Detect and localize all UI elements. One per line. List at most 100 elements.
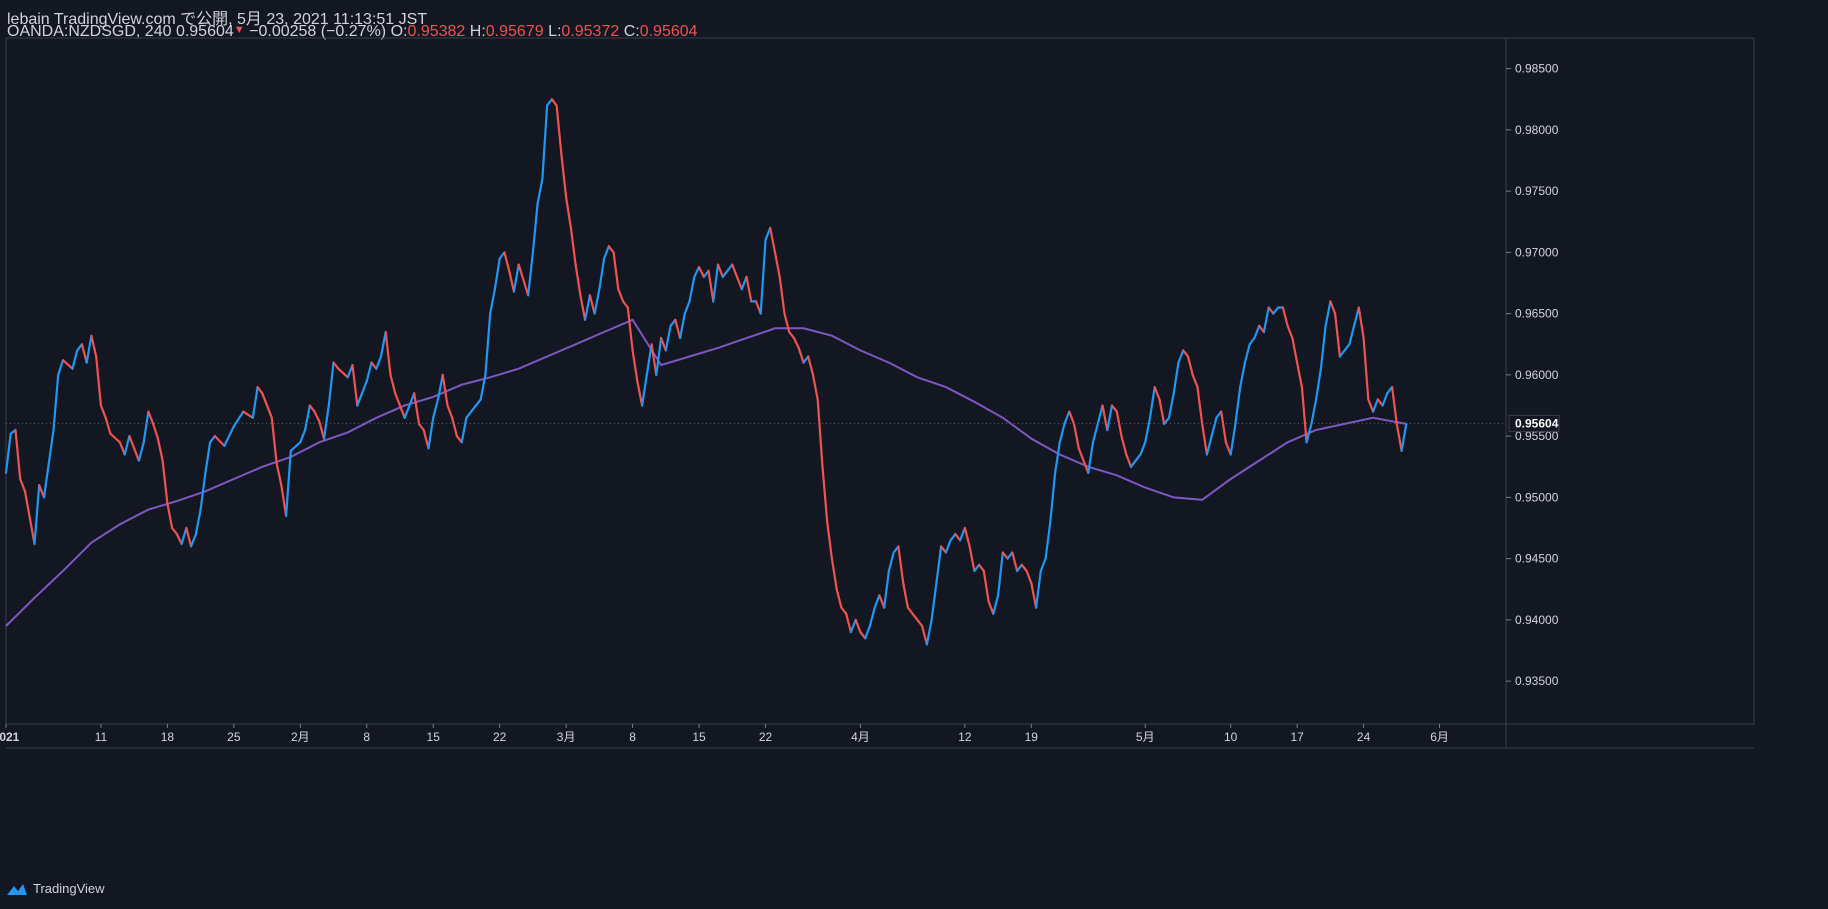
price-segment — [156, 437, 164, 462]
y-tick-label: 0.95000 — [1515, 490, 1559, 504]
price-segment — [1115, 410, 1123, 438]
price-segment — [1068, 410, 1076, 425]
tradingview-brand[interactable]: TradingView — [6, 881, 105, 896]
price-segment — [185, 526, 193, 548]
price-segment — [569, 226, 577, 266]
price-segment — [289, 441, 302, 452]
price-segment — [845, 612, 853, 634]
price-segment — [142, 410, 150, 444]
price-segment — [788, 330, 796, 340]
price-segment — [1262, 306, 1270, 334]
x-tick-label: 15 — [692, 730, 706, 744]
price-segment — [1310, 398, 1318, 425]
price-segment — [313, 410, 321, 423]
x-tick-label: 18 — [161, 730, 175, 744]
price-segment — [1063, 410, 1071, 425]
price-segment — [270, 416, 278, 465]
price-segment — [1243, 343, 1251, 364]
price-segment — [911, 612, 919, 622]
price-segment — [261, 392, 273, 419]
x-tick-label: 6月 — [1430, 730, 1449, 744]
moving-average-layer — [5, 318, 1407, 627]
price-segment — [1352, 306, 1360, 327]
price-segment — [1182, 349, 1190, 358]
price-segment — [640, 373, 648, 407]
price-segment — [816, 398, 824, 468]
time-axis[interactable]: 2021 11 18 25 2月 8 15 22 3月 8 15 22 4月 12 19 5月 10 17 24 6月 — [0, 724, 1449, 744]
price-segment — [930, 581, 938, 622]
price-segment — [944, 539, 952, 554]
price-segment — [602, 245, 610, 260]
price-segment — [1333, 312, 1342, 358]
price-segment — [180, 526, 188, 546]
price-segment — [1110, 404, 1118, 413]
x-tick-label: 5月 — [1136, 730, 1155, 744]
price-segment — [963, 526, 971, 548]
price-segment — [470, 398, 482, 413]
price-segment — [194, 508, 202, 536]
price-segment — [436, 373, 444, 401]
y-tick-label: 0.98000 — [1515, 123, 1559, 137]
price-segment — [1106, 404, 1114, 432]
x-tick-label: 15 — [427, 730, 441, 744]
price-segment — [593, 288, 601, 315]
x-tick-label: 11 — [95, 730, 108, 744]
price-segment — [451, 416, 458, 438]
price-segment — [655, 337, 663, 376]
price-segment — [887, 551, 895, 573]
price-segment — [14, 428, 22, 481]
price-segment — [304, 404, 311, 432]
price-segment — [721, 269, 729, 278]
last-price-label: 0.95604 — [1515, 416, 1559, 430]
price-segment — [1125, 453, 1133, 468]
price-segment — [232, 410, 245, 428]
price-segment — [864, 624, 872, 640]
price-segment — [275, 462, 283, 487]
price-chart[interactable]: 0.98500 0.98000 0.97500 0.97000 0.96500 0.960… — [0, 0, 1828, 909]
price-segment — [1286, 324, 1294, 340]
price-segment — [109, 432, 122, 444]
price-segment — [987, 600, 995, 615]
price-segment — [432, 398, 440, 419]
price-segment — [731, 263, 739, 278]
price-segment — [512, 263, 520, 293]
price-segment — [792, 337, 800, 349]
price-segment — [1229, 422, 1237, 456]
price-segment — [868, 606, 876, 628]
price-segment — [517, 263, 530, 297]
price-segment — [678, 312, 686, 340]
price-segment — [531, 202, 539, 254]
price-segment — [1267, 306, 1275, 315]
x-tick-label: 19 — [1025, 730, 1039, 744]
price-segment — [489, 288, 496, 315]
price-segment — [384, 330, 392, 376]
price-segment — [735, 275, 743, 291]
y-tick-label: 0.94000 — [1515, 613, 1559, 627]
price-segment — [80, 343, 88, 364]
price-series-layer — [4, 98, 1506, 646]
price-segment — [1371, 398, 1379, 413]
price-segment — [1167, 392, 1175, 419]
price-segment — [1044, 520, 1052, 560]
price-segment — [123, 435, 131, 456]
price-segment — [209, 435, 216, 444]
x-tick-label: 22 — [759, 730, 773, 744]
price-segment — [1395, 422, 1403, 452]
price-segment — [854, 618, 862, 634]
y-tick-label: 0.96000 — [1515, 368, 1559, 382]
x-tick-label: 4月 — [851, 730, 870, 744]
price-segment — [1272, 306, 1280, 315]
price-segment — [137, 441, 145, 462]
price-segment — [166, 502, 174, 530]
price-segment — [707, 269, 715, 303]
price-segment — [327, 361, 335, 407]
price-segment — [365, 361, 373, 383]
price-segment — [968, 545, 976, 573]
price-segment — [337, 367, 349, 379]
price-segment — [564, 196, 573, 229]
x-tick-label: 22 — [493, 730, 507, 744]
price-segment — [1177, 349, 1185, 364]
price-segment — [356, 379, 368, 407]
price-axis[interactable]: 0.98500 0.98000 0.97500 0.97000 0.96500 0.960… — [1506, 62, 1560, 689]
price-segment — [925, 618, 933, 646]
